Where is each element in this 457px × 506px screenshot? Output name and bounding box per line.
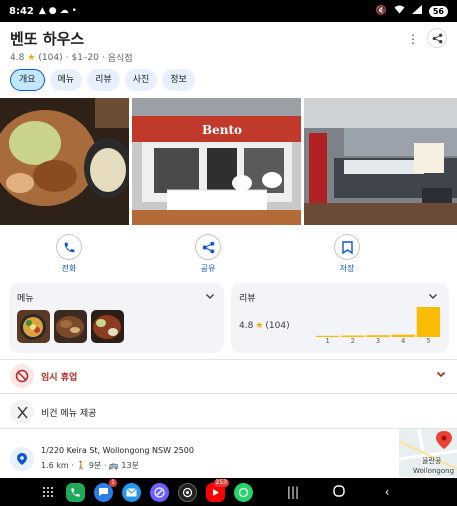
signal-icon: [411, 5, 422, 17]
chevron-down-icon[interactable]: [205, 291, 215, 301]
menu-thumbnails: [17, 310, 124, 343]
photo-food[interactable]: [0, 98, 129, 225]
temporarily-closed-row[interactable]: 임시 휴업: [0, 362, 457, 390]
call-label: 전화: [61, 264, 77, 273]
tab-photos[interactable]: 사진: [124, 69, 158, 91]
call-button[interactable]: 전화: [44, 234, 94, 274]
back-button[interactable]: ‹: [376, 485, 398, 499]
meta-separator: ·: [65, 52, 69, 63]
navigation-bar: 1 253 ||| ‹: [0, 478, 457, 506]
bookmark-icon: [334, 234, 360, 260]
email-app-icon[interactable]: [122, 482, 141, 502]
review-card-title: 리뷰: [239, 294, 256, 304]
recents-button[interactable]: |||: [282, 485, 304, 499]
mute-icon: 🔇: [375, 6, 387, 16]
share-button-top[interactable]: [427, 28, 447, 48]
home-button[interactable]: [328, 484, 350, 500]
photo-strip: Bento: [0, 98, 457, 225]
browser-app-icon[interactable]: [150, 482, 169, 502]
chatgpt-app-icon[interactable]: [178, 482, 197, 502]
meta-separator: ·: [101, 52, 105, 63]
price-range: $1–20: [71, 52, 99, 63]
share-icon: [432, 33, 442, 43]
review-summary: 4.8 ★ (104): [239, 321, 290, 331]
whatsapp-app-icon[interactable]: [234, 482, 253, 502]
place-meta: 4.8 ★ (104) · $1–20 · 음식점: [10, 51, 133, 65]
review-card[interactable]: 리뷰 4.8 ★ (104) 1 2 3 4 5: [231, 283, 449, 353]
menu-thumb-chicken[interactable]: [91, 310, 124, 343]
status-time: 8:42: [9, 5, 34, 17]
map-label-english: Wollongong: [413, 467, 454, 475]
menu-thumb-bibimbap[interactable]: [17, 310, 50, 343]
closed-status: 임시 휴업: [41, 373, 78, 383]
tab-about[interactable]: 정보: [162, 69, 195, 91]
app-drawer-icon[interactable]: [38, 483, 57, 502]
more-options-icon[interactable]: ⋮: [407, 32, 419, 46]
address-text[interactable]: 1/220 Keira St, Wollongong NSW 2500: [41, 446, 194, 455]
review-count: (104): [38, 52, 63, 63]
action-bar: 전화 공유 저장: [0, 234, 457, 274]
menu-card-title: 메뉴: [17, 294, 34, 304]
youtube-app-icon[interactable]: 253: [206, 478, 229, 502]
tab-menu[interactable]: 메뉴: [49, 69, 83, 91]
messages-app-icon[interactable]: 1: [94, 478, 117, 502]
photo-storefront[interactable]: Bento: [132, 98, 301, 225]
share-icon: [195, 234, 221, 260]
place-title: 벤또 하우스: [10, 30, 85, 48]
travel-time-text: 1.6 km · 🚶 9분 · 🚌 13분: [41, 461, 139, 470]
fork-knife-icon: [10, 400, 34, 424]
phone-app-icon[interactable]: [66, 482, 85, 502]
star-icon: ★: [255, 321, 264, 331]
share-label: 공유: [200, 264, 216, 273]
tab-reviews[interactable]: 리뷰: [87, 69, 120, 91]
save-button[interactable]: 저장: [322, 234, 372, 274]
rating-value: 4.8: [10, 52, 25, 63]
map-label-korean: 울란공: [422, 457, 442, 465]
share-button[interactable]: 공유: [183, 234, 233, 274]
histogram-label-3: 3: [375, 337, 381, 345]
review-rating: 4.8: [239, 321, 254, 331]
review-total: (104): [265, 321, 290, 331]
notification-badge: 1: [109, 478, 117, 487]
no-entry-icon: [10, 364, 34, 388]
place-category: 음식점: [107, 54, 133, 64]
notification-badge: 253: [213, 478, 229, 487]
chevron-down-icon[interactable]: [436, 369, 446, 379]
menu-thumb-beef[interactable]: [54, 310, 87, 343]
vegan-menu-text: 비건 메뉴 제공: [41, 409, 97, 419]
location-pin-icon: [10, 447, 34, 471]
tab-overview[interactable]: 개요: [10, 69, 45, 91]
svg-text:Bento: Bento: [202, 123, 242, 137]
status-bar: 8:42 ▲ ● ☁ • 🔇 56: [0, 0, 457, 22]
histogram-label-1: 1: [325, 337, 330, 345]
histogram-label-4: 4: [400, 337, 406, 345]
cloud-icon: ☁: [59, 6, 69, 16]
divider: [0, 393, 457, 394]
histogram-bar-5: [416, 307, 440, 337]
map-thumbnail[interactable]: 울란공 Wollongong: [399, 429, 457, 477]
save-label: 저장: [339, 264, 355, 273]
vegan-menu-row[interactable]: 비건 메뉴 제공: [0, 398, 457, 426]
dot-icon: •: [71, 6, 77, 16]
wifi-icon: [394, 5, 405, 17]
alert-icon: ▲: [38, 6, 46, 16]
photo-interior[interactable]: [304, 98, 457, 225]
phone-icon: [56, 234, 82, 260]
chevron-down-icon[interactable]: [428, 291, 438, 301]
divider: [0, 359, 457, 360]
battery-indicator: 56: [428, 5, 448, 17]
divider: [0, 428, 457, 429]
tab-bar: 개요 메뉴 리뷰 사진 정보: [10, 69, 195, 91]
chat-icon: ●: [48, 6, 57, 16]
star-icon: ★: [27, 52, 36, 63]
menu-card[interactable]: 메뉴: [9, 283, 224, 353]
rating-histogram: [316, 307, 440, 337]
histogram-label-2: 2: [350, 337, 356, 345]
histogram-label-5: 5: [426, 337, 431, 345]
